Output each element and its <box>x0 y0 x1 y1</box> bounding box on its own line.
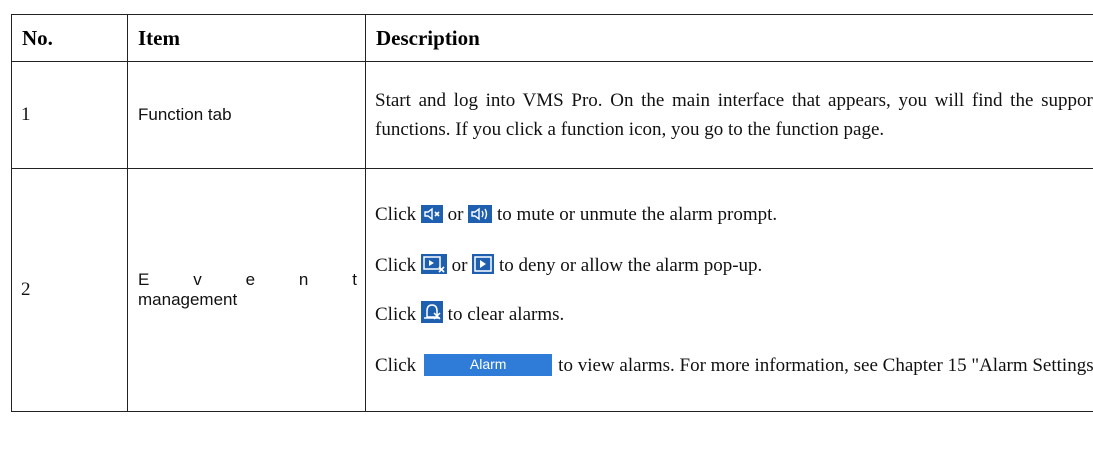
row-item: E v e n t management <box>127 168 366 412</box>
popup-deny-icon[interactable] <box>420 254 447 274</box>
item-letter: v <box>193 270 202 289</box>
click-text: Click <box>375 355 417 376</box>
click-text: Click <box>375 255 417 276</box>
mute-line: Click or to mute or unmute the alarm pro… <box>375 200 1093 229</box>
clear-description-text: to clear alarms. <box>447 304 565 325</box>
row-number: 2 <box>11 168 128 412</box>
table-row: 2 E v e n t management Click or to mute … <box>11 168 1093 412</box>
row-item-first-line: E v e n t <box>138 270 365 290</box>
or-text: or <box>447 204 464 225</box>
popup-line: Click or to deny or allow the alarm pop-… <box>375 251 1093 280</box>
clear-line: Click to clear alarms. <box>375 300 1093 329</box>
click-text: Click <box>375 304 417 325</box>
alarm-line: Click Alarm to view alarms. For more infor… <box>375 351 1093 380</box>
item-letter: t <box>352 270 357 289</box>
speaker-muted-icon[interactable] <box>420 205 443 223</box>
item-letter: E <box>138 270 150 289</box>
row-item-second-line: management <box>138 290 238 309</box>
popup-description-text: to deny or allow the alarm pop-up. <box>499 255 763 276</box>
clear-alarm-icon[interactable] <box>420 301 443 323</box>
item-letter: e <box>245 270 256 289</box>
table-header-row: No. Item Description <box>11 14 1093 62</box>
header-no: No. <box>11 14 128 62</box>
speaker-on-icon[interactable] <box>468 205 493 223</box>
row-number: 1 <box>11 61 128 169</box>
item-letter: n <box>298 270 309 289</box>
row-description: Start and log into VMS Pro. On the main … <box>365 61 1093 169</box>
row-description: Click or to mute or unmute the alarm pro… <box>365 168 1093 412</box>
function-description-table: No. Item Description 1 Function tab Star… <box>11 14 1093 412</box>
click-text: Click <box>375 204 417 225</box>
or-text: or <box>451 255 468 276</box>
popup-allow-icon[interactable] <box>472 254 495 274</box>
description-table-wrapper: No. Item Description 1 Function tab Star… <box>11 14 1093 412</box>
alarm-description-text: to view alarms. For more information, se… <box>558 355 1093 376</box>
header-item: Item <box>127 14 366 62</box>
table-row: 1 Function tab Start and log into VMS Pr… <box>11 61 1093 169</box>
header-description: Description <box>365 14 1093 62</box>
alarm-button[interactable]: Alarm <box>424 354 553 376</box>
row-item: Function tab <box>127 61 366 169</box>
mute-description-text: to mute or unmute the alarm prompt. <box>497 204 778 225</box>
